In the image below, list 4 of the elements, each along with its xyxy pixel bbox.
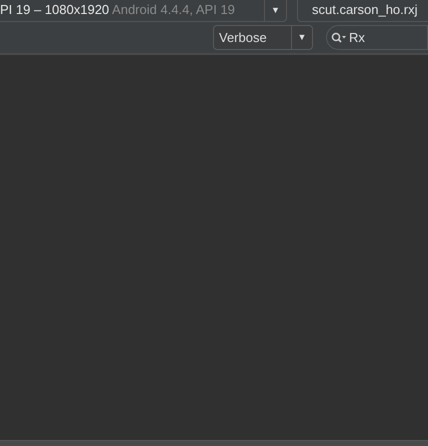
search-icon[interactable]	[331, 32, 346, 44]
log-level-dropdown[interactable]: Verbose ▼	[213, 25, 313, 50]
device-label: PI 19 – 1080x1920 Android 4.4.4, API 19	[0, 1, 236, 19]
search-field[interactable]: Rx	[326, 25, 428, 50]
